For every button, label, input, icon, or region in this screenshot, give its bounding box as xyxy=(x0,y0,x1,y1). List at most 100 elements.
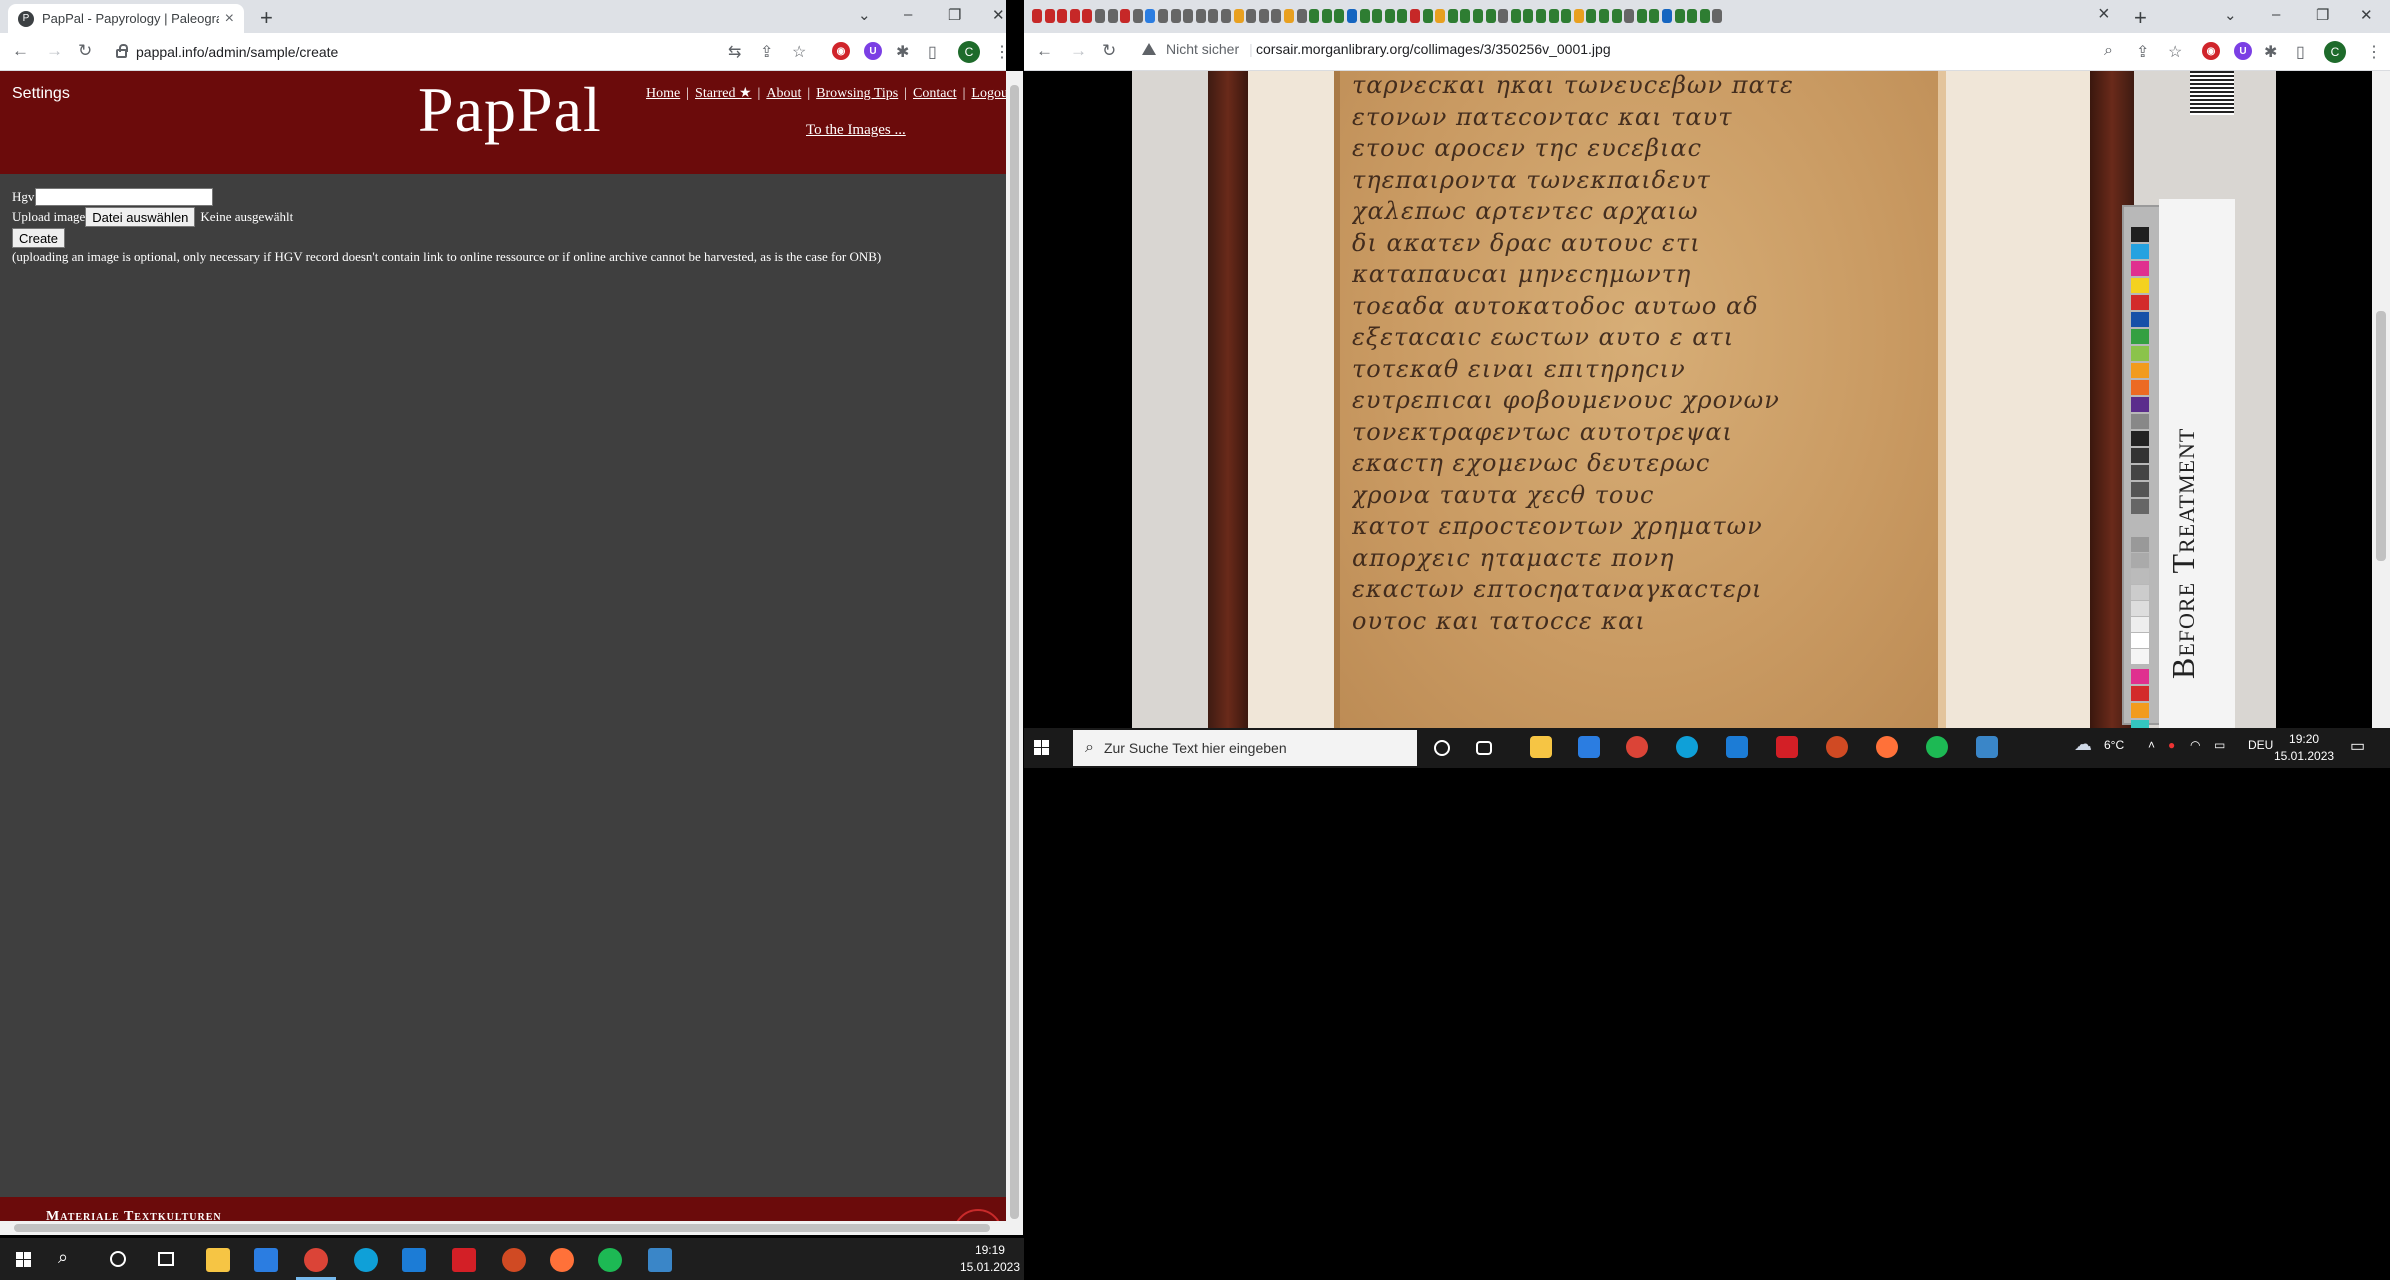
pinned-tab-favicon[interactable] xyxy=(1321,9,1332,23)
close-window-icon[interactable]: ✕ xyxy=(992,6,1005,24)
new-tab-icon[interactable]: + xyxy=(260,5,273,31)
pinned-tab-favicon[interactable] xyxy=(1699,9,1710,23)
taskbar-clock[interactable]: 19:19 15.01.2023 xyxy=(960,1242,1020,1276)
nav-starred[interactable]: Starred ★ xyxy=(695,86,751,101)
file-explorer-icon[interactable] xyxy=(1530,736,1552,758)
vertical-scroll-thumb[interactable] xyxy=(1010,85,1019,1219)
pinned-tab-favicon[interactable] xyxy=(1208,9,1219,23)
tab-search-icon[interactable]: ⌄ xyxy=(858,6,871,24)
pinned-tab-favicon[interactable] xyxy=(1674,9,1685,23)
pinned-tab-favicon[interactable] xyxy=(1195,9,1206,23)
chrome-icon[interactable] xyxy=(1626,736,1648,758)
reload-icon[interactable]: ↻ xyxy=(1102,41,1116,61)
back-icon[interactable]: ← xyxy=(12,41,29,61)
photos-icon[interactable] xyxy=(1976,736,1998,758)
extensions-puzzle-icon[interactable]: ✱ xyxy=(896,42,909,62)
mail-icon[interactable] xyxy=(402,1248,426,1272)
pinned-tab-favicon[interactable] xyxy=(1510,9,1521,23)
taskbar-search-box[interactable]: ⌕ Zur Suche Text hier eingeben xyxy=(1073,730,1417,766)
create-button[interactable]: Create xyxy=(12,228,66,248)
pinned-tab-favicon[interactable] xyxy=(1095,9,1105,23)
pinned-tab-favicon[interactable] xyxy=(1145,9,1156,23)
firefox-icon[interactable] xyxy=(1876,736,1898,758)
pinned-tab-favicon[interactable] xyxy=(1649,9,1660,23)
pinned-tab-favicon[interactable] xyxy=(1422,9,1433,23)
zoom-icon[interactable]: ⌕ xyxy=(2104,42,2113,60)
cortana-icon[interactable] xyxy=(1434,740,1450,756)
forward-icon[interactable]: → xyxy=(46,41,63,61)
nav-about[interactable]: About xyxy=(766,86,801,101)
pinned-tab-favicon[interactable] xyxy=(1473,9,1483,23)
new-tab-icon[interactable]: + xyxy=(2134,5,2147,31)
pinned-tab-favicon[interactable] xyxy=(1410,9,1420,23)
translate-icon[interactable]: ⇆ xyxy=(728,42,741,62)
extension-pin-icon[interactable]: ◉ xyxy=(2202,42,2220,60)
windows-start-icon[interactable] xyxy=(16,1252,32,1268)
edge-icon[interactable] xyxy=(1676,736,1698,758)
back-icon[interactable]: ← xyxy=(1036,41,1053,61)
pinned-tab-favicon[interactable] xyxy=(1246,9,1257,23)
pinned-tab-favicon[interactable] xyxy=(1170,9,1181,23)
address-bar[interactable]: pappal.info/admin/sample/create xyxy=(116,38,716,66)
extension-ub-icon[interactable]: U xyxy=(864,42,882,60)
vertical-scrollbar-right[interactable] xyxy=(2372,71,2390,728)
menu-kebab-icon[interactable]: ⋮ xyxy=(994,42,1006,62)
chrome-icon[interactable] xyxy=(304,1248,328,1272)
pinned-tab-favicon[interactable] xyxy=(1158,9,1168,23)
pinned-tab-favicon[interactable] xyxy=(1611,9,1622,23)
nav-logout[interactable]: Logou xyxy=(971,86,1006,101)
pinned-tab-favicon[interactable] xyxy=(1548,9,1559,23)
pinned-tab-favicon[interactable] xyxy=(1347,9,1357,23)
pinned-tab-favicon[interactable] xyxy=(1498,9,1509,23)
vertical-scroll-thumb-right[interactable] xyxy=(2376,311,2386,561)
task-view-icon[interactable] xyxy=(1476,741,1492,755)
profile-avatar[interactable]: C xyxy=(958,41,980,63)
horizontal-scrollbar[interactable] xyxy=(0,1221,1006,1235)
site-logo[interactable]: PapPal xyxy=(418,73,602,147)
pinned-tab-favicon[interactable] xyxy=(1460,9,1471,23)
cortana-icon[interactable] xyxy=(110,1251,126,1267)
pinned-tab-favicon[interactable] xyxy=(1384,9,1395,23)
pinned-tab-favicon[interactable] xyxy=(1132,9,1143,23)
url-text[interactable]: corsair.morganlibrary.org/collimages/3/3… xyxy=(1256,41,1611,57)
notifications-icon[interactable]: ▭ xyxy=(2350,736,2365,756)
nav-contact[interactable]: Contact xyxy=(913,86,957,101)
store-icon[interactable] xyxy=(1578,736,1600,758)
bookmark-star-icon[interactable]: ☆ xyxy=(2168,42,2182,62)
pinned-tab-favicon[interactable] xyxy=(1221,9,1231,23)
pinned-tab-favicon[interactable] xyxy=(1624,9,1635,23)
side-panel-icon[interactable]: ▯ xyxy=(2296,42,2305,62)
restore-icon[interactable]: ❐ xyxy=(2316,6,2329,24)
pinned-tab-favicon[interactable] xyxy=(1309,9,1320,23)
pinned-tab-favicon[interactable] xyxy=(1712,9,1723,23)
windows-start-icon[interactable] xyxy=(1034,740,1050,756)
vertical-scrollbar[interactable] xyxy=(1006,71,1023,1235)
tab-search-icon[interactable]: ⌄ xyxy=(2224,6,2237,24)
tray-chevron-icon[interactable]: ˄ xyxy=(2148,738,2155,752)
weather-temp[interactable]: 6°C xyxy=(2104,738,2124,752)
language-indicator[interactable]: DEU xyxy=(2248,738,2273,752)
extension-pin-icon[interactable]: ◉ xyxy=(832,42,850,60)
pinned-tab-favicon[interactable] xyxy=(1183,9,1194,23)
pinned-tab-favicon[interactable] xyxy=(1120,9,1131,23)
pinned-tab-favicon[interactable] xyxy=(1107,9,1118,23)
restore-icon[interactable]: ❐ xyxy=(948,6,961,24)
spotify-icon[interactable] xyxy=(1926,736,1948,758)
nav-home[interactable]: Home xyxy=(646,86,680,101)
pinned-tab-favicon[interactable] xyxy=(1536,9,1546,23)
firefox-icon[interactable] xyxy=(550,1248,574,1272)
extension-ub-icon[interactable]: U xyxy=(2234,42,2252,60)
pinned-tab-favicon[interactable] xyxy=(1296,9,1307,23)
share-icon[interactable]: ⇪ xyxy=(2136,42,2149,62)
pinned-tab-favicon[interactable] xyxy=(1397,9,1408,23)
hgv-input[interactable] xyxy=(35,188,214,206)
pinned-tab-favicon[interactable] xyxy=(1435,9,1446,23)
spotify-icon[interactable] xyxy=(598,1248,622,1272)
pinned-tab-favicon[interactable] xyxy=(1271,9,1282,23)
forward-icon[interactable]: → xyxy=(1070,41,1087,61)
mail-icon[interactable] xyxy=(1726,736,1748,758)
close-window-icon[interactable]: ✕ xyxy=(2360,6,2373,24)
pinned-tab-favicon[interactable] xyxy=(1069,9,1080,23)
pinned-tab-favicon[interactable] xyxy=(1662,9,1672,23)
pinned-tab-favicon[interactable] xyxy=(1082,9,1093,23)
